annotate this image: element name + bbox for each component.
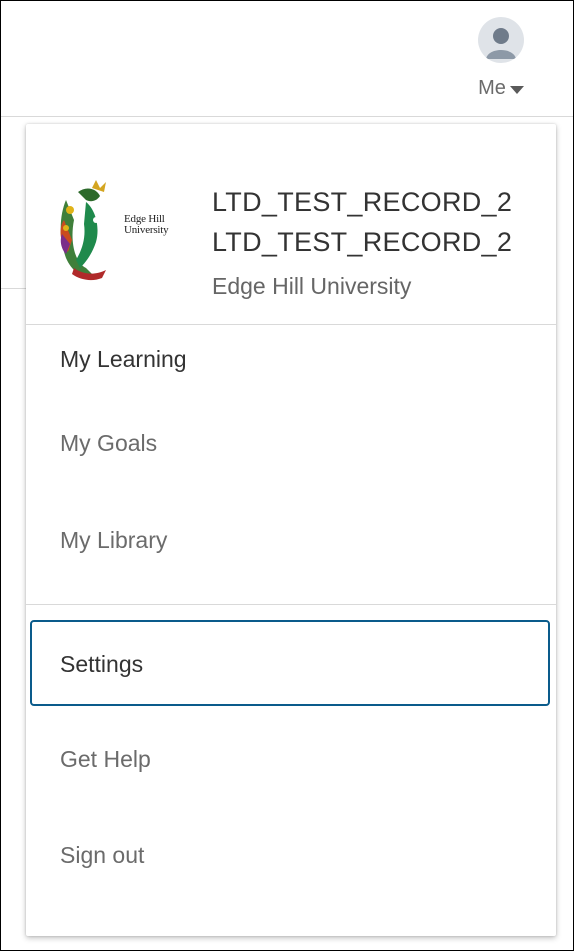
background-divider bbox=[1, 288, 26, 289]
profile-details: LTD_TEST_RECORD_2 LTD_TEST_RECORD_2 Edge… bbox=[212, 182, 512, 306]
profile-name-line1: LTD_TEST_RECORD_2 bbox=[212, 187, 513, 217]
logo-text-line2: University bbox=[124, 224, 169, 236]
me-label: Me bbox=[478, 77, 506, 99]
university-logo: Edge Hill University bbox=[56, 180, 186, 284]
menu-item-get-help[interactable]: Get Help bbox=[60, 746, 151, 773]
user-avatar-icon bbox=[478, 17, 524, 63]
menu-item-my-library[interactable]: My Library bbox=[60, 527, 167, 554]
menu-divider bbox=[26, 604, 556, 605]
menu-item-settings[interactable]: Settings bbox=[30, 620, 550, 706]
menu-item-my-goals[interactable]: My Goals bbox=[60, 430, 157, 457]
menu-item-sign-out[interactable]: Sign out bbox=[60, 842, 144, 869]
profile-name-line2: LTD_TEST_RECORD_2 bbox=[212, 227, 513, 257]
settings-label: Settings bbox=[60, 651, 144, 677]
profile-section: Edge Hill University LTD_TEST_RECORD_2 L… bbox=[26, 124, 556, 325]
profile-organization: Edge Hill University bbox=[212, 273, 412, 299]
account-dropdown-menu: Edge Hill University LTD_TEST_RECORD_2 L… bbox=[26, 124, 556, 936]
section-title-my-learning: My Learning bbox=[60, 346, 187, 372]
me-menu-button[interactable]: Me bbox=[469, 17, 533, 107]
top-bar: Me bbox=[1, 1, 573, 117]
caret-down-icon bbox=[509, 85, 524, 94]
